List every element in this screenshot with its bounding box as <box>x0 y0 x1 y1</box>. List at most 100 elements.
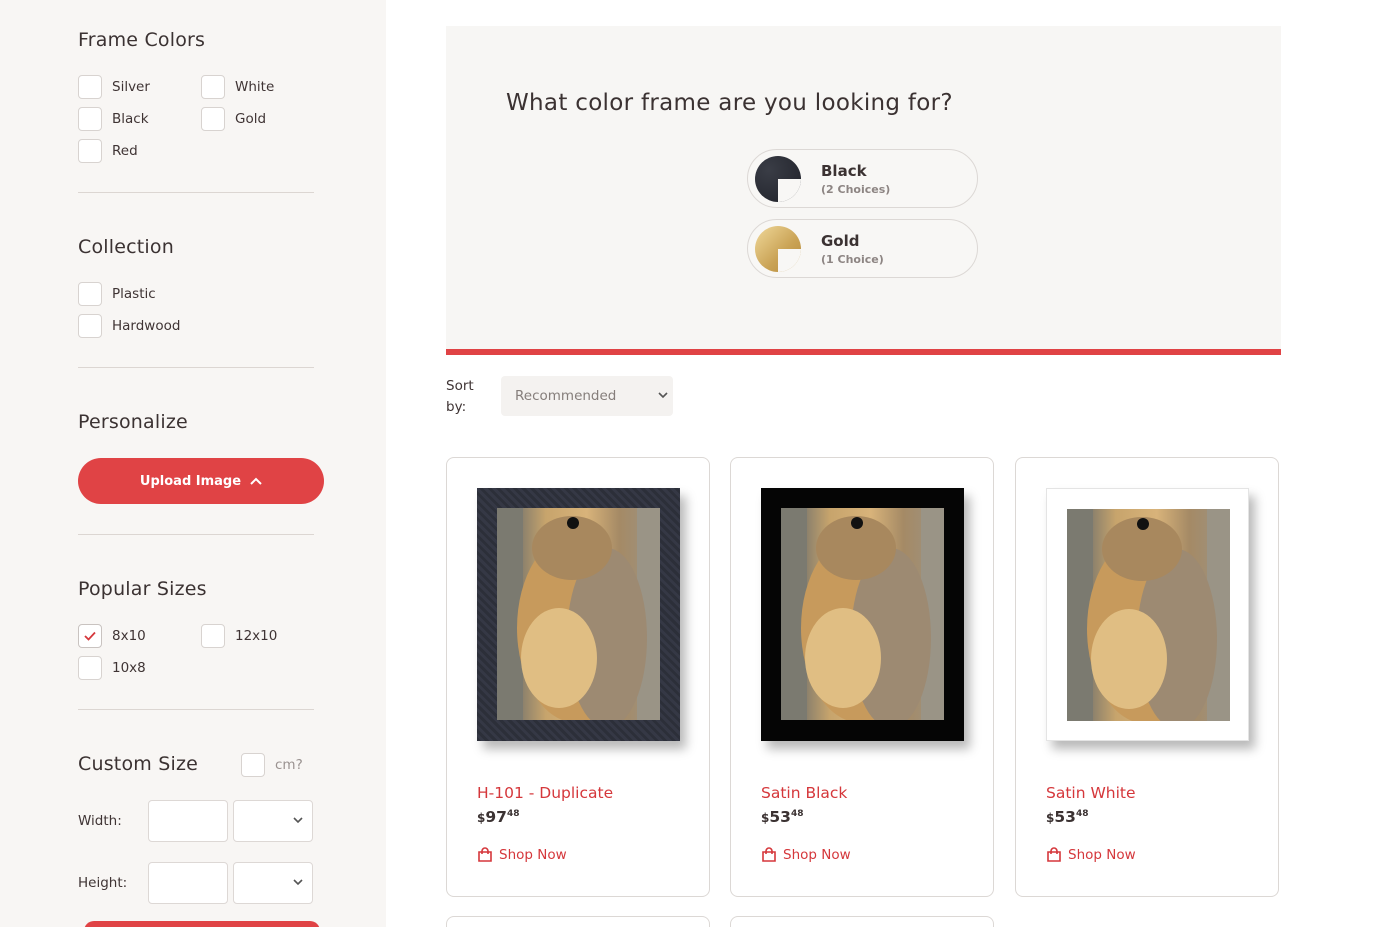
white-checkbox[interactable] <box>201 75 225 99</box>
size-8x10-checkbox[interactable] <box>78 624 102 648</box>
width-input[interactable] <box>148 800 228 842</box>
product-price: $9748 <box>477 808 519 826</box>
hardwood-label: Hardwood <box>112 318 181 334</box>
shop-now-link[interactable]: Shop Now <box>1046 847 1136 863</box>
chevron-up-icon <box>250 477 262 485</box>
hardwood-checkbox[interactable] <box>78 314 102 338</box>
height-label: Height: <box>78 875 128 891</box>
choice-name: Black <box>821 161 867 180</box>
chevron-down-icon <box>293 879 303 886</box>
size-8x10-label: 8x10 <box>112 628 146 644</box>
product-image[interactable] <box>477 488 680 741</box>
squirrel-photo <box>781 508 944 720</box>
shop-now-label: Shop Now <box>783 847 851 863</box>
height-input[interactable] <box>148 862 228 904</box>
price-whole: 53 <box>769 808 791 826</box>
product-card[interactable]: Satin White $5348 Shop Now <box>1015 457 1279 897</box>
black-swatch-icon <box>755 155 801 202</box>
filter-silver[interactable]: Silver <box>78 75 150 99</box>
gold-swatch-icon <box>755 225 801 272</box>
frame-colors-heading: Frame Colors <box>78 29 206 51</box>
width-label: Width: <box>78 813 122 829</box>
choice-count: (2 Choices) <box>821 182 891 196</box>
price-cents: 48 <box>506 809 520 819</box>
filter-plastic[interactable]: Plastic <box>78 282 156 306</box>
product-title[interactable]: Satin White <box>1046 784 1136 802</box>
shop-now-link[interactable]: Shop Now <box>761 847 851 863</box>
shopping-bag-icon <box>1047 847 1061 862</box>
product-card[interactable] <box>446 916 710 927</box>
color-choice-black[interactable]: Black (2 Choices) <box>747 149 978 208</box>
collection-heading: Collection <box>78 236 174 258</box>
product-card[interactable] <box>730 916 994 927</box>
apply-size-button[interactable] <box>84 921 320 927</box>
size-10x8-checkbox[interactable] <box>78 656 102 680</box>
choice-name: Gold <box>821 231 860 250</box>
choice-count: (1 Choice) <box>821 252 884 266</box>
price-whole: 53 <box>1054 808 1076 826</box>
cm-label: cm? <box>275 757 303 773</box>
divider <box>78 709 314 710</box>
red-label: Red <box>112 143 138 159</box>
black-label: Black <box>112 111 149 127</box>
squirrel-photo <box>497 508 660 720</box>
product-card[interactable]: H-101 - Duplicate $9748 Shop Now <box>446 457 710 897</box>
filter-size-10x8[interactable]: 10x8 <box>78 656 146 680</box>
size-12x10-checkbox[interactable] <box>201 624 225 648</box>
filter-red[interactable]: Red <box>78 139 138 163</box>
divider <box>78 367 314 368</box>
black-checkbox[interactable] <box>78 107 102 131</box>
filter-white[interactable]: White <box>201 75 274 99</box>
upload-image-button[interactable]: Upload Image <box>78 458 324 504</box>
sort-selected-value: Recommended <box>515 388 617 404</box>
filter-sidebar: Frame Colors Silver White Black Gold Red… <box>0 0 386 927</box>
color-choice-gold[interactable]: Gold (1 Choice) <box>747 219 978 278</box>
shopping-bag-icon <box>478 847 492 862</box>
red-checkbox[interactable] <box>78 139 102 163</box>
plastic-label: Plastic <box>112 286 156 302</box>
product-image[interactable] <box>761 488 964 741</box>
gold-checkbox[interactable] <box>201 107 225 131</box>
white-label: White <box>235 79 275 95</box>
banner-question: What color frame are you looking for? <box>506 90 953 116</box>
chevron-down-icon <box>293 817 303 824</box>
plastic-checkbox[interactable] <box>78 282 102 306</box>
shop-now-link[interactable]: Shop Now <box>477 847 567 863</box>
gold-label: Gold <box>235 111 267 127</box>
product-card[interactable]: Satin Black $5348 Shop Now <box>730 457 994 897</box>
width-unit-select[interactable] <box>233 800 313 842</box>
divider <box>78 534 314 535</box>
silver-checkbox[interactable] <box>78 75 102 99</box>
filter-gold[interactable]: Gold <box>201 107 266 131</box>
filter-size-12x10[interactable]: 12x10 <box>201 624 277 648</box>
filter-size-8x10[interactable]: 8x10 <box>78 624 146 648</box>
custom-size-heading: Custom Size <box>78 753 199 775</box>
size-10x8-label: 10x8 <box>112 660 146 676</box>
product-price: $5348 <box>1046 808 1088 826</box>
silver-label: Silver <box>112 79 150 95</box>
shopping-bag-icon <box>762 847 776 862</box>
popular-sizes-heading: Popular Sizes <box>78 578 207 600</box>
price-cents: 48 <box>790 809 804 819</box>
banner-accent-bar <box>446 349 1281 355</box>
chevron-down-icon <box>658 392 668 399</box>
divider <box>78 192 314 193</box>
price-cents: 48 <box>1075 809 1089 819</box>
checkmark-icon <box>84 631 96 641</box>
filter-hardwood[interactable]: Hardwood <box>78 314 180 338</box>
cm-checkbox[interactable] <box>241 753 265 777</box>
shop-now-label: Shop Now <box>499 847 567 863</box>
shop-now-label: Shop Now <box>1068 847 1136 863</box>
size-12x10-label: 12x10 <box>235 628 278 644</box>
height-unit-select[interactable] <box>233 862 313 904</box>
product-title[interactable]: H-101 - Duplicate <box>477 784 613 802</box>
personalize-heading: Personalize <box>78 411 188 433</box>
upload-image-label: Upload Image <box>139 473 242 489</box>
sort-label: Sort by: <box>446 378 474 415</box>
sort-select[interactable]: Recommended <box>501 376 673 416</box>
price-whole: 97 <box>485 808 507 826</box>
filter-black[interactable]: Black <box>78 107 149 131</box>
product-title[interactable]: Satin Black <box>761 784 847 802</box>
product-image[interactable] <box>1046 488 1249 741</box>
squirrel-photo <box>1067 509 1230 721</box>
